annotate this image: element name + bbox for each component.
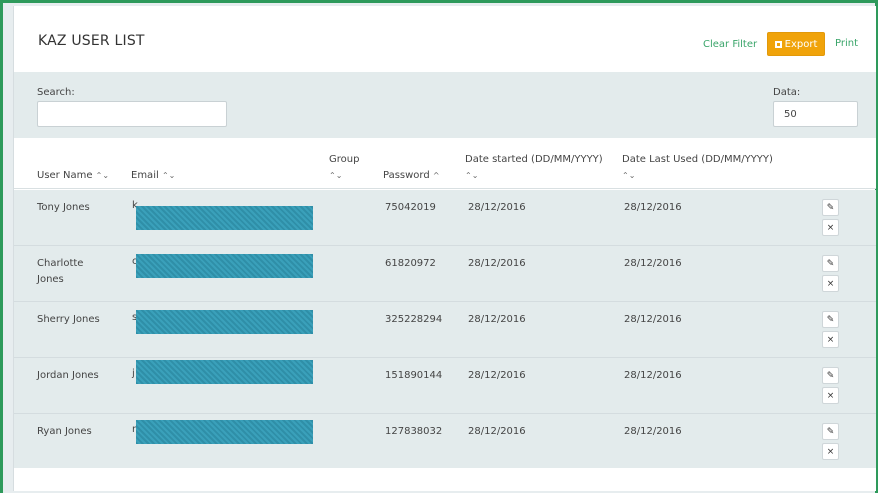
user-list-panel: KAZ USER LIST Clear Filter Export Print …: [13, 6, 876, 491]
cell-user-name: Jordan Jones: [37, 370, 99, 381]
email-redaction: [136, 254, 313, 278]
table-row: Tony Jones k 75042019 28/12/2016 28/12/2…: [14, 190, 876, 246]
search-label: Search:: [37, 87, 75, 98]
column-group[interactable]: Group ⌃⌄: [329, 152, 359, 184]
cell-date-started: 28/12/2016: [468, 426, 526, 437]
page-title: KAZ USER LIST: [38, 33, 145, 49]
edit-icon[interactable]: ✎: [822, 311, 839, 328]
data-label: Data:: [773, 87, 801, 98]
panel-header: KAZ USER LIST Clear Filter Export Print: [14, 6, 876, 72]
cell-password: 75042019: [385, 202, 436, 213]
table-row: Jordan Jones j 151890144 28/12/2016 28/1…: [14, 358, 876, 414]
column-date-started[interactable]: Date started (DD/MM/YYYY) ⌃⌄: [465, 152, 603, 184]
sort-icon: ⌃⌄: [329, 171, 343, 180]
table-row: Ryan Jones r 127838032 28/12/2016 28/12/…: [14, 414, 876, 470]
column-date-last-used[interactable]: Date Last Used (DD/MM/YYYY) ⌃⌄: [622, 152, 773, 184]
cell-date-started: 28/12/2016: [468, 202, 526, 213]
column-user-name[interactable]: User Name ⌃⌄: [37, 168, 109, 184]
cell-user-name: Tony Jones: [37, 202, 90, 213]
email-redaction: [136, 360, 313, 384]
cell-date-last-used: 28/12/2016: [624, 370, 682, 381]
cell-password: 325228294: [385, 314, 443, 325]
email-redaction: [136, 310, 313, 334]
sort-icon: ⌃⌄: [622, 171, 636, 180]
delete-icon[interactable]: ×: [822, 219, 839, 236]
cell-user-name: Charlotte Jones: [37, 258, 84, 285]
delete-icon[interactable]: ×: [822, 387, 839, 404]
table-header: User Name ⌃⌄ Email ⌃⌄ Group ⌃⌄ Password …: [14, 138, 876, 189]
export-button[interactable]: Export: [767, 32, 825, 56]
sort-asc-icon: ^: [432, 171, 440, 180]
cell-email: j: [132, 368, 135, 379]
cell-date-started: 28/12/2016: [468, 258, 526, 269]
table-row: Charlotte Jones c 61820972 28/12/2016 28/…: [14, 246, 876, 302]
edit-icon[interactable]: ✎: [822, 423, 839, 440]
column-email[interactable]: Email ⌃⌄: [131, 168, 175, 184]
edit-icon[interactable]: ✎: [822, 199, 839, 216]
email-redaction: [136, 206, 313, 230]
cell-date-last-used: 28/12/2016: [624, 202, 682, 213]
cell-date-started: 28/12/2016: [468, 314, 526, 325]
export-label: Export: [784, 38, 818, 50]
column-password[interactable]: Password ^: [383, 168, 440, 184]
print-link[interactable]: Print: [835, 38, 858, 49]
cell-date-started: 28/12/2016: [468, 370, 526, 381]
table-row: Sherry Jones s 325228294 28/12/2016 28/1…: [14, 302, 876, 358]
edit-icon[interactable]: ✎: [822, 367, 839, 384]
email-redaction: [136, 420, 313, 444]
clear-filter-link[interactable]: Clear Filter: [703, 39, 757, 50]
sort-icon: ⌃⌄: [95, 171, 110, 180]
sort-icon: ⌃⌄: [161, 171, 176, 180]
cell-password: 151890144: [385, 370, 443, 381]
cell-password: 127838032: [385, 426, 443, 437]
data-page-size-select[interactable]: 50: [773, 101, 858, 127]
panel-footer: [14, 468, 876, 491]
delete-icon[interactable]: ×: [822, 331, 839, 348]
edit-icon[interactable]: ✎: [822, 255, 839, 272]
cell-date-last-used: 28/12/2016: [624, 258, 682, 269]
cell-user-name: Sherry Jones: [37, 314, 100, 325]
cell-date-last-used: 28/12/2016: [624, 426, 682, 437]
cell-password: 61820972: [385, 258, 436, 269]
delete-icon[interactable]: ×: [822, 443, 839, 460]
cell-date-last-used: 28/12/2016: [624, 314, 682, 325]
delete-icon[interactable]: ×: [822, 275, 839, 292]
sort-icon: ⌃⌄: [465, 171, 479, 180]
cell-user-name: Ryan Jones: [37, 426, 92, 437]
export-icon: [774, 40, 782, 48]
search-input[interactable]: [37, 101, 227, 127]
